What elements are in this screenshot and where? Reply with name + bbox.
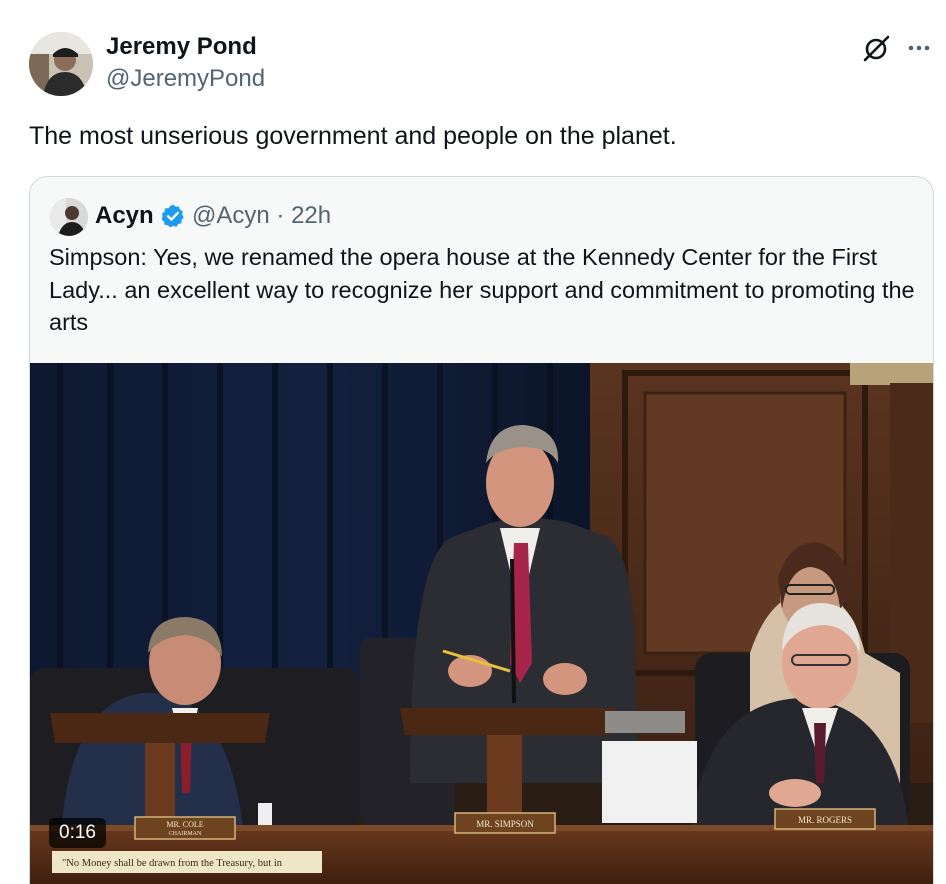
nameplate-cole: MR. COLE (166, 820, 203, 829)
author-display-name[interactable]: Jeremy Pond (106, 32, 257, 62)
nameplate-simpson: MR. SIMPSON (476, 819, 534, 829)
quoted-author-handle[interactable]: @Acyn (192, 202, 270, 229)
quoted-tweet-meta: @Acyn · 22h (192, 202, 331, 230)
video-player[interactable]: MR. COLE CHAIRMAN MR. SIMPSON MR. ROGERS… (30, 363, 933, 884)
more-options-icon[interactable] (904, 33, 934, 63)
desk-inscription: "No Money shall be drawn from the Treasu… (62, 858, 283, 869)
video-duration-badge: 0:16 (49, 818, 106, 848)
video-frame: MR. COLE CHAIRMAN MR. SIMPSON MR. ROGERS… (30, 363, 933, 884)
author-handle[interactable]: @JeremyPond (106, 64, 265, 94)
quoted-tweet-card[interactable]: Acyn @Acyn · 22h Simpson: Yes, we rename… (29, 176, 934, 884)
quoted-author-avatar[interactable] (50, 198, 88, 236)
grok-icon[interactable] (862, 33, 892, 63)
quoted-tweet-time[interactable]: 22h (291, 202, 331, 229)
quoted-author-name[interactable]: Acyn (95, 202, 154, 230)
quoted-tweet-text: Simpson: Yes, we renamed the opera house… (49, 244, 915, 335)
tweet-page: Jeremy Pond @JeremyPond The most unserio… (0, 0, 946, 884)
author-avatar-image (29, 32, 93, 96)
meta-separator: · (276, 202, 285, 229)
tweet-text: The most unserious government and people… (29, 122, 677, 150)
nameplate-rogers: MR. ROGERS (798, 815, 852, 825)
author-avatar[interactable] (29, 32, 93, 96)
nameplate-cole-title: CHAIRMAN (169, 831, 202, 837)
quoted-author-avatar-image (50, 198, 88, 236)
verified-badge-icon (160, 203, 186, 229)
